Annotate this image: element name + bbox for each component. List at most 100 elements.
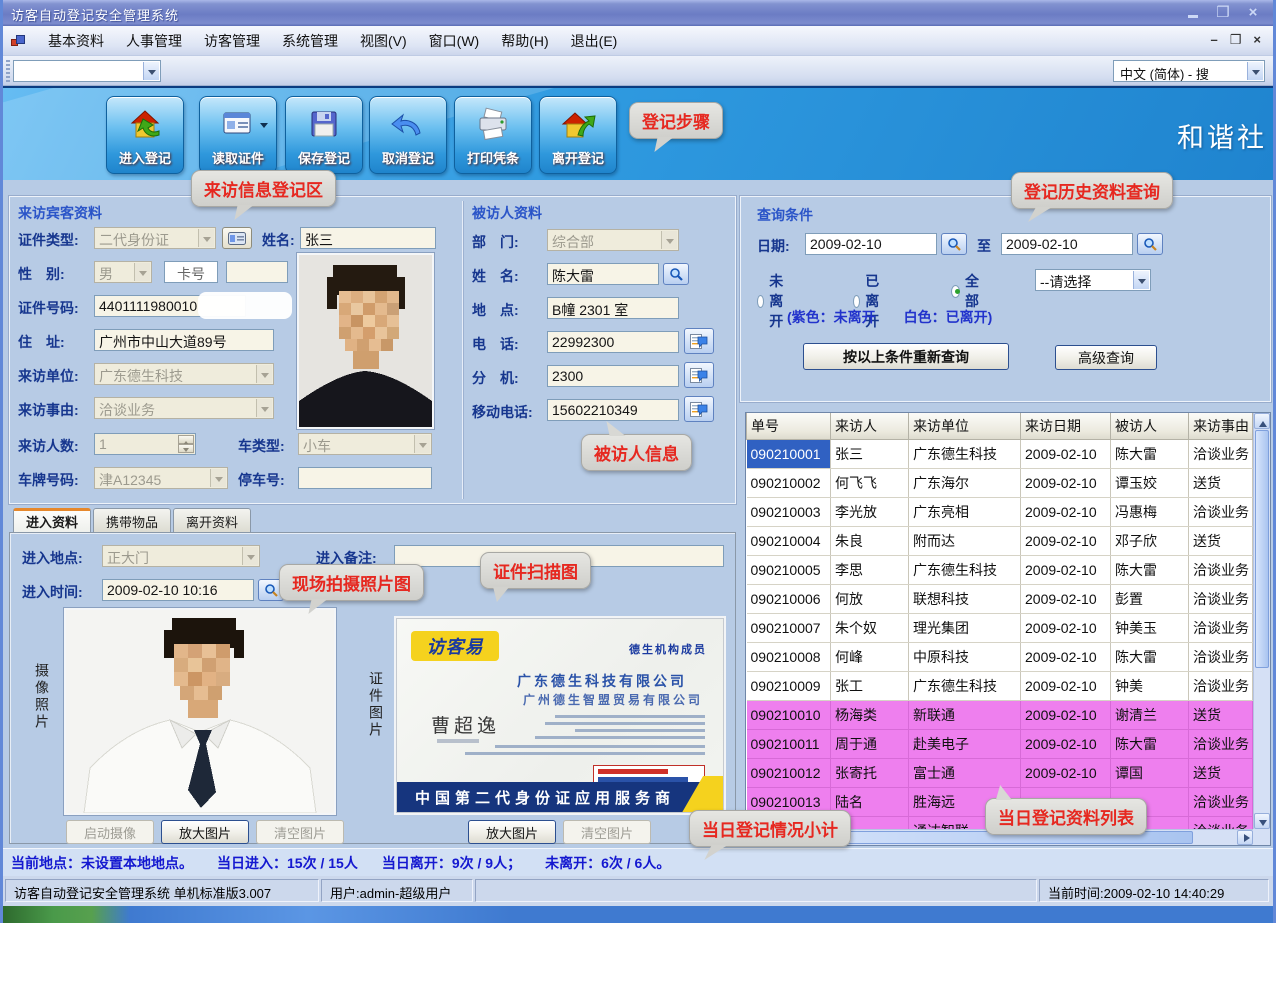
title-bar[interactable]: 访客自动登记安全管理系统 ❒ × bbox=[3, 0, 1273, 26]
cell-visitor[interactable]: 朱良 bbox=[831, 526, 909, 555]
cell-reason[interactable]: 洽谈业务 bbox=[1189, 497, 1253, 526]
date-from-input[interactable]: 2009-02-10 bbox=[805, 233, 937, 255]
cell-date[interactable]: 2009-02-10 bbox=[1021, 439, 1111, 468]
image-action-button[interactable]: 清空图片 bbox=[256, 820, 344, 844]
table-row[interactable]: 090210006 何放 联想科技 2009-02-10 彭置 洽谈业务 bbox=[747, 584, 1253, 613]
cell-reason[interactable]: 洽谈业务 bbox=[1189, 787, 1253, 816]
table-row[interactable]: 090210002 何飞飞 广东海尔 2009-02-10 谭玉姣 送货 bbox=[747, 468, 1253, 497]
step-up-icon[interactable] bbox=[178, 435, 194, 444]
cell-reason[interactable]: 洽谈业务 bbox=[1189, 584, 1253, 613]
notify-sms-button[interactable] bbox=[684, 362, 714, 388]
image-action-button[interactable]: 清空图片 bbox=[563, 820, 651, 844]
table-column-header[interactable]: 来访日期 bbox=[1021, 413, 1111, 439]
save-register-button[interactable]: 保存登记 bbox=[285, 96, 363, 174]
cell-order-no[interactable]: 090210003 bbox=[747, 497, 831, 526]
cell-order-no[interactable]: 090210006 bbox=[747, 584, 831, 613]
table-row[interactable]: 090210009 张工 广东德生科技 2009-02-10 钟美 洽谈业务 bbox=[747, 671, 1253, 700]
cell-host[interactable]: 陈大雷 bbox=[1111, 729, 1189, 758]
id-type-select[interactable]: 二代身份证 bbox=[94, 227, 216, 249]
menu-item[interactable]: 系统管理 bbox=[271, 26, 349, 56]
notify-sms-button[interactable] bbox=[684, 396, 714, 422]
scroll-up-icon[interactable] bbox=[1254, 413, 1270, 429]
cell-visitor[interactable]: 周于通 bbox=[831, 729, 909, 758]
cell-company[interactable]: 广东亮相 bbox=[909, 497, 1021, 526]
date-to-input[interactable]: 2009-02-10 bbox=[1001, 233, 1133, 255]
cell-company[interactable]: 联想科技 bbox=[909, 584, 1021, 613]
visitor-count-stepper[interactable]: 1 bbox=[94, 433, 196, 455]
table-row[interactable]: 090210004 朱良 附而达 2009-02-10 邓子欣 送货 bbox=[747, 526, 1253, 555]
vertical-scrollbar[interactable] bbox=[1253, 413, 1270, 829]
table-row[interactable]: 090210010 杨海类 新联通 2009-02-10 谢清兰 送货 bbox=[747, 700, 1253, 729]
cell-order-no[interactable]: 090210005 bbox=[747, 555, 831, 584]
table-row[interactable]: 090210001 张三 广东德生科技 2009-02-10 陈大雷 洽谈业务 bbox=[747, 439, 1253, 468]
chevron-down-icon[interactable] bbox=[1133, 271, 1149, 289]
close-icon[interactable]: × bbox=[1243, 3, 1263, 21]
cell-visitor[interactable]: 何峰 bbox=[831, 642, 909, 671]
cell-date[interactable]: 2009-02-10 bbox=[1021, 700, 1111, 729]
host-phone-input[interactable]: 22992300 bbox=[547, 331, 679, 353]
cell-visitor[interactable]: 朱个奴 bbox=[831, 613, 909, 642]
scroll-down-icon[interactable] bbox=[1254, 813, 1270, 829]
mdi-restore-icon[interactable]: ❒ bbox=[1230, 31, 1242, 49]
requery-button[interactable]: 按以上条件重新查询 bbox=[803, 343, 1009, 370]
enter-register-button[interactable]: 进入登记 bbox=[106, 96, 184, 174]
image-action-button[interactable]: 放大图片 bbox=[161, 820, 249, 844]
host-name-input[interactable]: 陈大雷 bbox=[547, 263, 659, 285]
scroll-right-icon[interactable] bbox=[1237, 830, 1253, 845]
date-from-picker-button[interactable] bbox=[941, 233, 967, 255]
table-column-header[interactable]: 被访人 bbox=[1111, 413, 1189, 439]
vehicle-type-select[interactable]: 小车 bbox=[298, 433, 432, 455]
cell-order-no[interactable]: 090210002 bbox=[747, 468, 831, 497]
table-row[interactable]: 090210008 何峰 中原科技 2009-02-10 陈大雷 洽谈业务 bbox=[747, 642, 1253, 671]
cell-date[interactable]: 2009-02-10 bbox=[1021, 642, 1111, 671]
gender-select[interactable]: 男 bbox=[94, 261, 152, 283]
cell-reason[interactable]: 洽谈业务 bbox=[1189, 642, 1253, 671]
host-mobile-input[interactable]: 15602210349 bbox=[547, 399, 679, 421]
cell-visitor[interactable]: 何放 bbox=[831, 584, 909, 613]
chevron-down-icon[interactable] bbox=[143, 62, 159, 80]
menu-item[interactable]: 基本资料 bbox=[37, 26, 115, 56]
entry-location-select[interactable]: 正大门 bbox=[102, 545, 260, 567]
mdi-minimize-icon[interactable]: – bbox=[1211, 31, 1218, 49]
card-reader-button[interactable] bbox=[222, 227, 252, 249]
entry-tab[interactable]: 携带物品 bbox=[93, 508, 171, 532]
plate-select[interactable]: 津A12345 bbox=[94, 467, 228, 489]
visit-company-select[interactable]: 广东德生科技 bbox=[94, 363, 274, 385]
menu-item[interactable]: 视图(V) bbox=[349, 26, 418, 56]
cell-host[interactable]: 钟美玉 bbox=[1111, 613, 1189, 642]
cell-host[interactable]: 陈大雷 bbox=[1111, 555, 1189, 584]
cell-host[interactable]: 谭玉姣 bbox=[1111, 468, 1189, 497]
toolbar-grip[interactable] bbox=[6, 60, 10, 82]
cell-visitor[interactable]: 张三 bbox=[831, 439, 909, 468]
cell-company[interactable]: 广东德生科技 bbox=[909, 555, 1021, 584]
dept-select[interactable]: 综合部 bbox=[547, 229, 679, 251]
cell-reason[interactable]: 送货 bbox=[1189, 526, 1253, 555]
cell-visitor[interactable]: 杨海类 bbox=[831, 700, 909, 729]
notify-sms-button[interactable] bbox=[684, 328, 714, 354]
address-input[interactable]: 广州市中山大道89号 bbox=[94, 329, 274, 351]
cell-company[interactable]: 新联通 bbox=[909, 700, 1021, 729]
chevron-down-icon[interactable] bbox=[260, 123, 268, 132]
cell-reason[interactable]: 洽谈业务 bbox=[1189, 671, 1253, 700]
cell-order-no[interactable]: 090210007 bbox=[747, 613, 831, 642]
cell-company[interactable]: 理光集团 bbox=[909, 613, 1021, 642]
cell-date[interactable]: 2009-02-10 bbox=[1021, 497, 1111, 526]
vertical-scroll-thumb[interactable] bbox=[1255, 430, 1269, 668]
cell-host[interactable]: 冯惠梅 bbox=[1111, 497, 1189, 526]
language-bar[interactable]: 中文 (简体) - 搜 bbox=[1113, 60, 1265, 82]
restore-icon[interactable]: ❒ bbox=[1213, 3, 1233, 21]
cell-visitor[interactable]: 张工 bbox=[831, 671, 909, 700]
cell-reason[interactable]: 洽谈业务 bbox=[1189, 729, 1253, 758]
host-location-input[interactable]: B幢 2301 室 bbox=[547, 297, 679, 319]
image-action-button[interactable]: 启动摄像 bbox=[66, 820, 154, 844]
table-column-header[interactable]: 单号 bbox=[747, 413, 831, 439]
entry-time-input[interactable]: 2009-02-10 10:16 bbox=[102, 579, 254, 601]
cell-order-no[interactable]: 090210012 bbox=[747, 758, 831, 787]
filter-select[interactable]: --请选择 bbox=[1035, 269, 1151, 291]
parking-no-input[interactable] bbox=[298, 467, 432, 489]
menu-item[interactable]: 人事管理 bbox=[115, 26, 193, 56]
cancel-register-button[interactable]: 取消登记 bbox=[369, 96, 447, 174]
cell-company[interactable]: 广东海尔 bbox=[909, 468, 1021, 497]
table-row[interactable]: 090210011 周于通 赴美电子 2009-02-10 陈大雷 洽谈业务 bbox=[747, 729, 1253, 758]
cell-host[interactable]: 谭国 bbox=[1111, 758, 1189, 787]
